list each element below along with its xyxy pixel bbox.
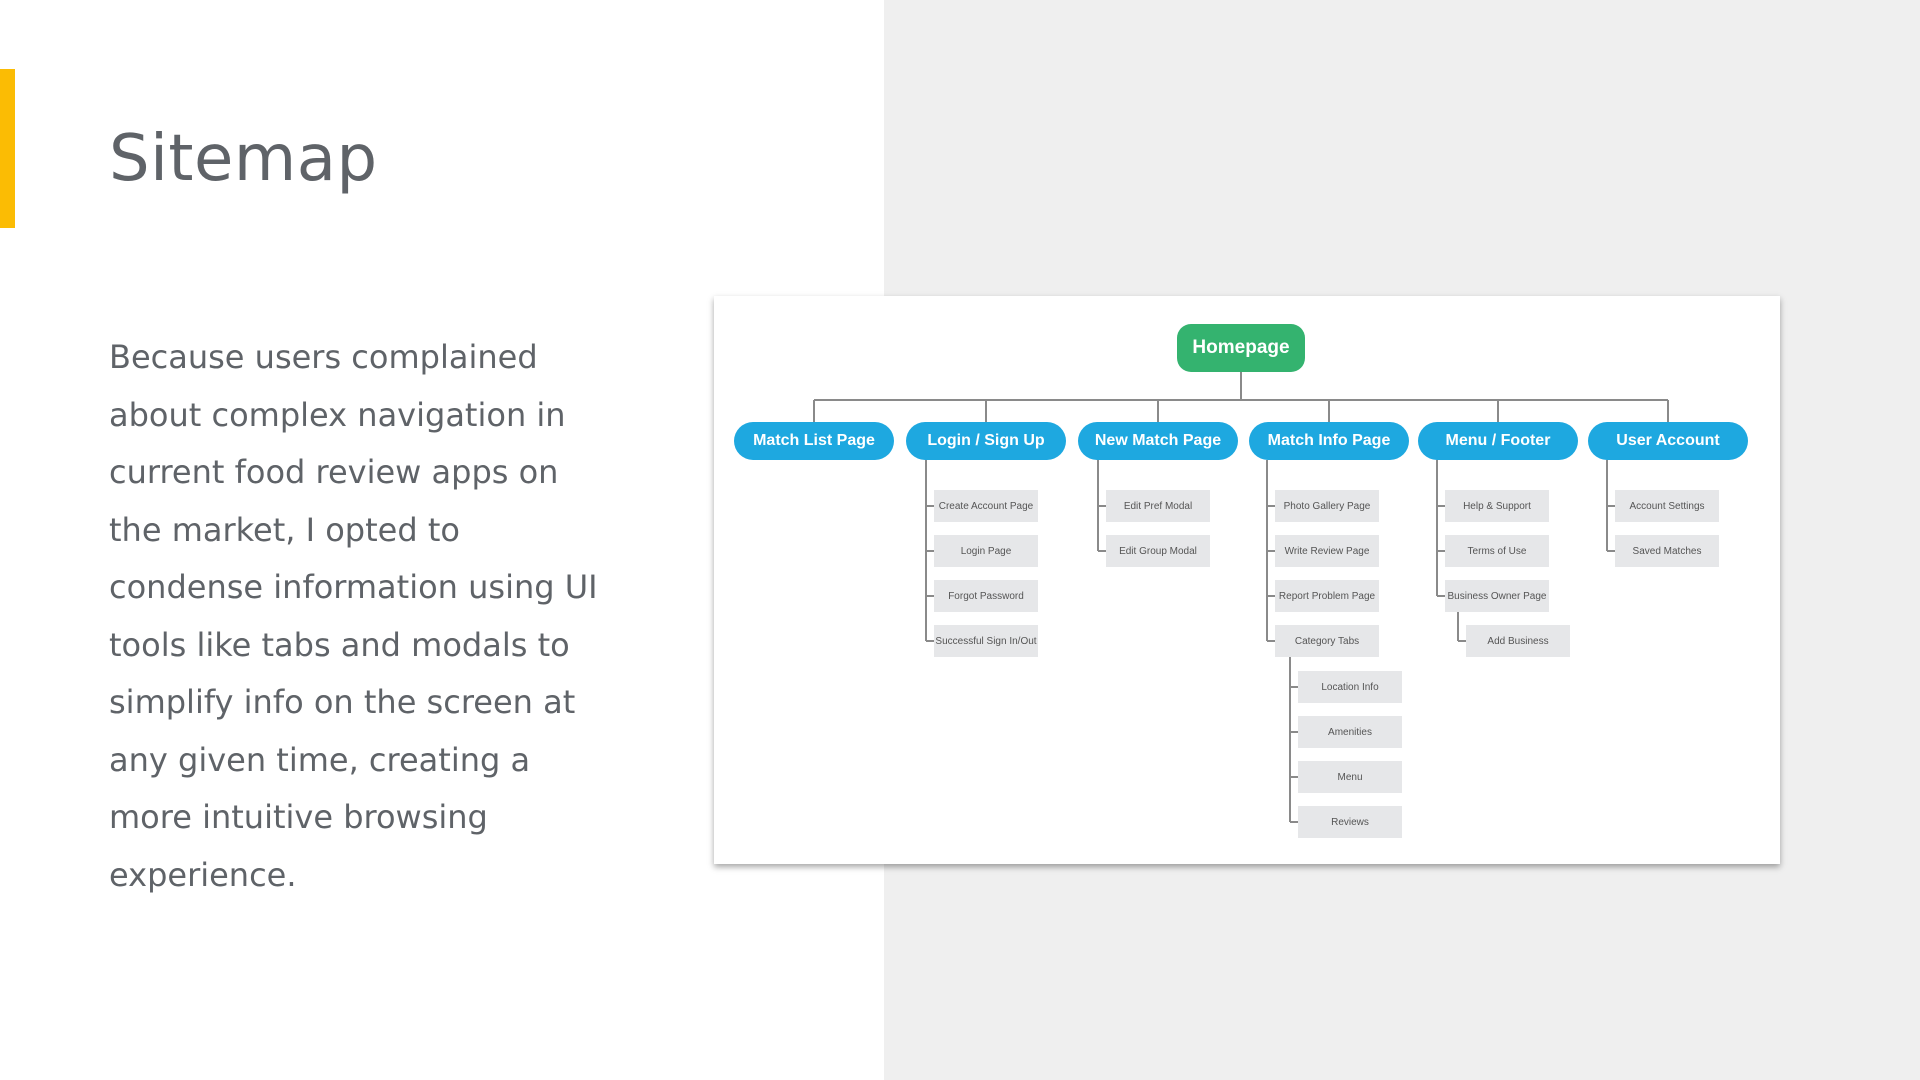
saved-matches-node: Saved Matches — [1615, 535, 1719, 567]
edit-pref-modal-node: Edit Pref Modal — [1106, 490, 1210, 522]
add-business-node: Add Business — [1466, 625, 1570, 657]
new-match-page-node: New Match Page — [1078, 422, 1238, 460]
slide-title: Sitemap — [109, 122, 378, 196]
login-sign-up-node: Login / Sign Up — [906, 422, 1066, 460]
user-account-node: User Account — [1588, 422, 1748, 460]
sitemap-connectors — [813, 372, 1669, 823]
successful-sign-in-out-node: Successful Sign In/Out — [934, 625, 1038, 657]
sitemap-card: Homepage Match List Page Login / Sign Up… — [714, 296, 1780, 864]
create-account-page-node: Create Account Page — [934, 490, 1038, 522]
accent-bar — [0, 69, 15, 228]
category-tabs-node: Category Tabs — [1275, 625, 1379, 657]
match-list-page-node: Match List Page — [734, 422, 894, 460]
homepage-node: Homepage — [1177, 324, 1305, 372]
slide-description: Because users complained about complex n… — [109, 338, 598, 894]
photo-gallery-page-node: Photo Gallery Page — [1275, 490, 1379, 522]
terms-of-use-node: Terms of Use — [1445, 535, 1549, 567]
write-review-page-node: Write Review Page — [1275, 535, 1379, 567]
account-settings-node: Account Settings — [1615, 490, 1719, 522]
menu-node: Menu — [1298, 761, 1402, 793]
edit-group-modal-node: Edit Group Modal — [1106, 535, 1210, 567]
match-info-page-node: Match Info Page — [1249, 422, 1409, 460]
help-support-node: Help & Support — [1445, 490, 1549, 522]
business-owner-page-node: Business Owner Page — [1445, 580, 1549, 612]
amenities-node: Amenities — [1298, 716, 1402, 748]
location-info-node: Location Info — [1298, 671, 1402, 703]
login-page-node: Login Page — [934, 535, 1038, 567]
forgot-password-node: Forgot Password — [934, 580, 1038, 612]
reviews-node: Reviews — [1298, 806, 1402, 838]
report-problem-page-node: Report Problem Page — [1275, 580, 1379, 612]
menu-footer-node: Menu / Footer — [1418, 422, 1578, 460]
